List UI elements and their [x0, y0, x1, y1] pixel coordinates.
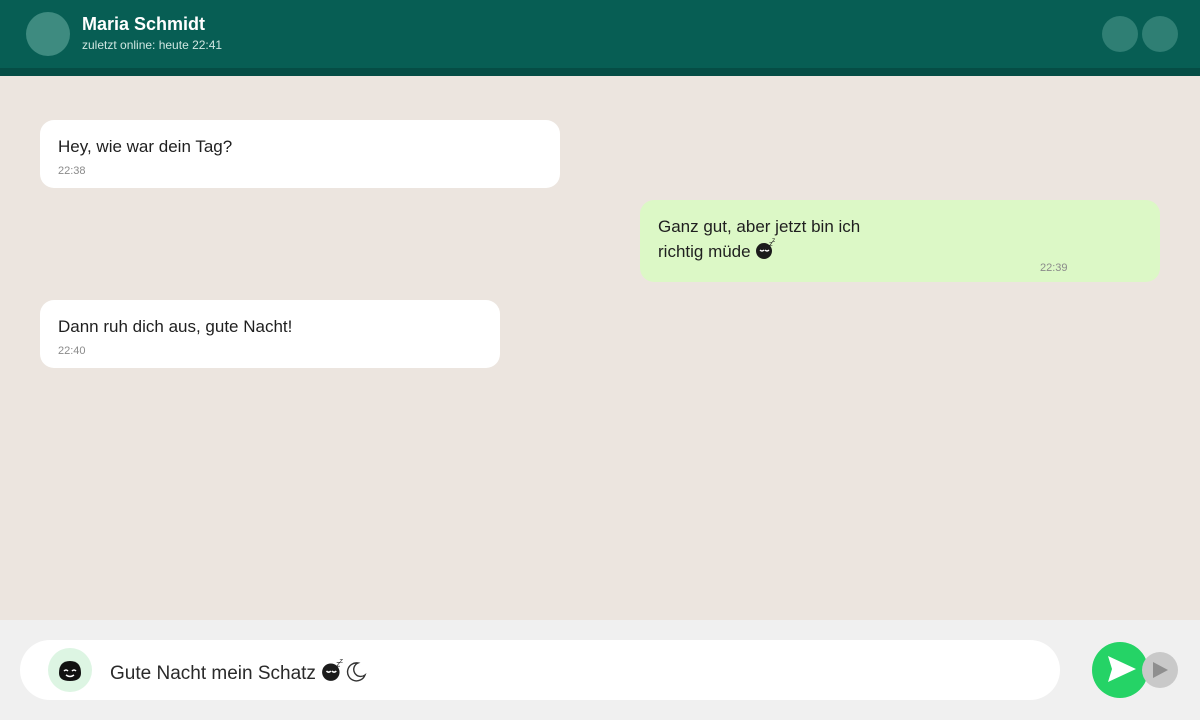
send-button[interactable] — [1092, 642, 1148, 698]
message-input[interactable]: Gute Nacht mein Schatz zz — [20, 640, 1060, 700]
composer-bar: Gute Nacht mein Schatz zz — [0, 620, 1200, 720]
contact-status: zuletzt online: heute 22:41 — [82, 38, 223, 52]
sleeping-face-icon: zz — [755, 237, 777, 266]
play-arrow-icon — [1153, 662, 1168, 678]
header-action-button-2[interactable] — [1142, 16, 1178, 52]
message-outgoing[interactable]: Ganz gut, aber jetzt bin ich richtig müd… — [640, 200, 1160, 282]
send-arrow-icon — [1108, 656, 1136, 682]
message-time: 22:39 — [1040, 262, 1068, 274]
message-incoming[interactable]: Hey, wie war dein Tag? 22:38 — [40, 120, 560, 188]
chat-app: Maria Schmidt zuletzt online: heute 22:4… — [0, 0, 1200, 720]
crescent-moon-icon — [345, 660, 367, 688]
avatar[interactable] — [26, 12, 70, 56]
svg-text:z: z — [340, 658, 344, 664]
message-input-text[interactable]: Gute Nacht mein Schatz zz — [110, 656, 367, 688]
send-button-secondary[interactable] — [1142, 652, 1178, 688]
sleeping-face-icon: zz — [321, 656, 345, 688]
chat-header: Maria Schmidt zuletzt online: heute 22:4… — [0, 0, 1200, 68]
message-text: Hey, wie war dein Tag? — [58, 137, 233, 156]
smiling-face-icon — [59, 661, 81, 681]
message-text-wrap: Ganz gut, aber jetzt bin ich richtig müd… — [658, 216, 1142, 266]
contact-name[interactable]: Maria Schmidt — [82, 14, 205, 35]
svg-text:z: z — [772, 238, 775, 244]
emoji-button[interactable] — [48, 648, 92, 692]
message-time: 22:38 — [58, 165, 86, 177]
header-divider — [0, 68, 1200, 76]
message-text: Dann ruh dich aus, gute Nacht! — [58, 317, 293, 336]
message-time: 22:40 — [58, 345, 86, 357]
header-action-button-1[interactable] — [1102, 16, 1138, 52]
message-input-value: Gute Nacht mein Schatz — [110, 663, 316, 684]
message-incoming[interactable]: Dann ruh dich aus, gute Nacht! 22:40 — [40, 300, 500, 368]
